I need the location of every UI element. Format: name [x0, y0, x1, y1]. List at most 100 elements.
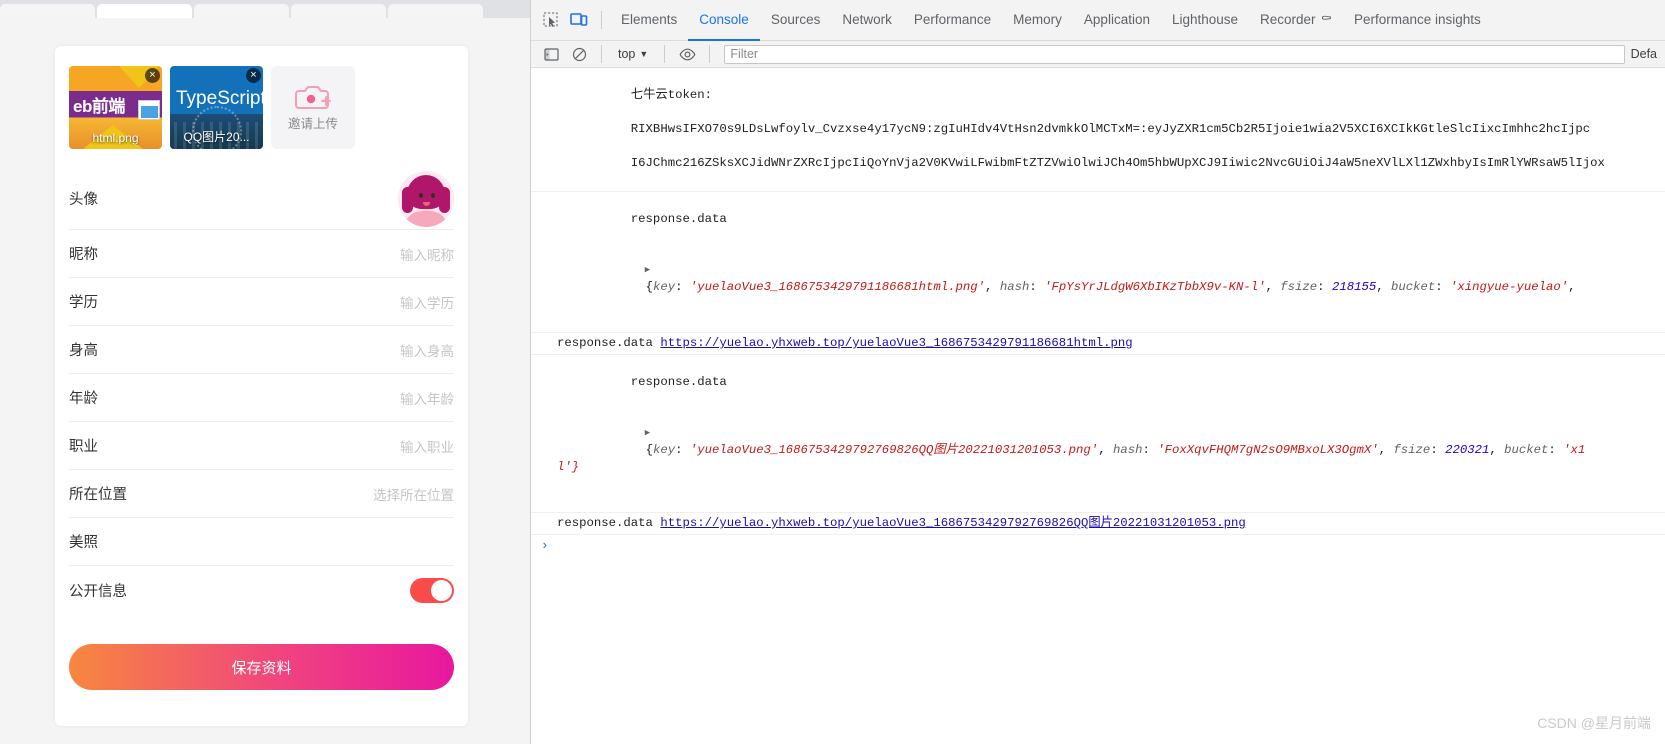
chrome-tab[interactable] [291, 4, 386, 18]
field-label: 学历 [69, 295, 98, 311]
console-prompt[interactable]: › [531, 535, 1665, 557]
chrome-tabs [0, 0, 530, 18]
education-input-placeholder[interactable]: 输入学历 [400, 292, 454, 312]
console-message-url: response.data https://yuelao.yhxweb.top/… [531, 513, 1665, 535]
device-toolbar-icon[interactable] [565, 6, 593, 34]
nickname-input-placeholder[interactable]: 输入昵称 [400, 244, 454, 264]
watermark: CSDN @星月前端 [1537, 715, 1651, 731]
object-value: 'x1 [1563, 443, 1586, 457]
response-url-link[interactable]: https://yuelao.yhxweb.top/yuelaoVue3_168… [660, 515, 1245, 532]
avatar-part [404, 210, 448, 227]
profile-form-card: eb前端 html.png × TypeScript QQ图片20... × 邀… [55, 46, 468, 726]
page-viewport: eb前端 html.png × TypeScript QQ图片20... × 邀… [0, 18, 530, 744]
object-value: 'FoxXqvFHQM7gN2sO9MBxoLX3OgmX' [1157, 443, 1379, 457]
tab-performance-insights[interactable]: Performance insights [1343, 0, 1492, 41]
object-value-wrap: l'} [557, 460, 580, 474]
devtools-tabbar: Elements Console Sources Network Perform… [531, 0, 1665, 41]
clear-console-icon[interactable] [565, 40, 593, 68]
tab-label: Performance [913, 11, 992, 27]
field-row-public-info[interactable]: 公开信息 [69, 566, 454, 614]
location-select-placeholder[interactable]: 选择所在位置 [373, 484, 454, 504]
field-row-height[interactable]: 身高 输入身高 [69, 326, 454, 374]
live-expression-icon[interactable] [673, 40, 701, 68]
response-url-link[interactable]: https://yuelao.yhxweb.top/yuelaoVue3_168… [660, 335, 1132, 352]
upload-filename: QQ图片20... [183, 130, 250, 144]
upload-thumbnail[interactable]: TypeScript QQ图片20... × [170, 66, 263, 149]
tab-sources[interactable]: Sources [760, 0, 832, 41]
token-line-2: I6JChmc216ZSksXCJidWNrZXRcIjpcIiQoYnVja2… [630, 156, 1605, 170]
tab-label: Memory [1013, 11, 1062, 27]
height-input-placeholder[interactable]: 输入身高 [400, 340, 454, 360]
object-key: fsize [1393, 443, 1431, 457]
chrome-tab[interactable] [0, 4, 95, 18]
upload-thumbnail-row: eb前端 html.png × TypeScript QQ图片20... × 邀… [69, 66, 355, 149]
toggle-knob [431, 579, 452, 601]
tab-label: Network [842, 11, 892, 27]
object-value: 'xingyue-yuelao' [1450, 280, 1569, 294]
age-input-placeholder[interactable]: 输入年龄 [400, 388, 454, 408]
browser-page-area: eb前端 html.png × TypeScript QQ图片20... × 邀… [0, 0, 530, 744]
camera-plus-icon [295, 83, 331, 109]
field-label: 所在位置 [69, 487, 127, 503]
tab-label: Recorder [1260, 11, 1316, 27]
log-label: response.data [630, 375, 727, 389]
upload-thumbnail[interactable]: eb前端 html.png × [69, 66, 162, 149]
tab-recorder[interactable]: Recorder ⚰ [1249, 0, 1343, 41]
object-brace: { [645, 443, 653, 457]
object-preview[interactable]: ▶ {key: 'yuelaoVue3_1686753429792769826Q… [557, 409, 1585, 491]
console-message-list[interactable]: 七牛云token: RIXBHwsIFXO70s9LDsLwfoylv_Cvzx… [531, 68, 1665, 743]
tab-lighthouse[interactable]: Lighthouse [1161, 0, 1249, 41]
field-row-education[interactable]: 学历 输入学历 [69, 278, 454, 326]
field-row-avatar[interactable]: 头像 [69, 168, 454, 230]
divider [664, 45, 666, 63]
tab-label: Elements [621, 11, 678, 27]
close-icon[interactable]: × [246, 68, 261, 83]
close-icon[interactable]: × [145, 68, 160, 83]
field-row-location[interactable]: 所在位置 选择所在位置 [69, 470, 454, 518]
tab-network[interactable]: Network [831, 0, 903, 41]
field-row-age[interactable]: 年龄 输入年龄 [69, 374, 454, 422]
tab-console[interactable]: Console [688, 0, 760, 41]
object-key: key [652, 280, 676, 294]
context-label: top [618, 47, 636, 61]
field-label: 头像 [69, 192, 98, 208]
log-label: response.data [557, 336, 653, 350]
field-row-photos[interactable]: 美照 [69, 518, 454, 566]
token-line-1: RIXBHwsIFXO70s9LDsLwfoylv_Cvzxse4y17ycN9… [630, 122, 1591, 136]
expand-arrow-icon[interactable]: ▶ [645, 425, 655, 438]
chrome-tab-active[interactable] [97, 4, 192, 18]
object-key: hash [1112, 443, 1143, 457]
field-label: 美照 [69, 535, 98, 551]
chrome-tab[interactable] [388, 4, 483, 18]
flask-icon: ⚰ [1320, 11, 1332, 26]
tab-application[interactable]: Application [1073, 0, 1161, 41]
occupation-input-placeholder[interactable]: 输入职业 [400, 436, 454, 456]
chevron-down-icon: ▼ [639, 49, 649, 59]
execution-context-selector[interactable]: top ▼ [610, 47, 656, 61]
console-filter-input[interactable] [724, 44, 1625, 64]
tab-elements[interactable]: Elements [610, 0, 688, 41]
console-message-token: 七牛云token: RIXBHwsIFXO70s9LDsLwfoylv_Cvzx… [531, 68, 1665, 192]
object-key: bucket [1504, 443, 1549, 457]
inspect-element-icon[interactable] [537, 6, 565, 34]
tab-performance[interactable]: Performance [903, 0, 1002, 41]
save-profile-button[interactable]: 保存资料 [69, 644, 454, 690]
add-upload-button[interactable]: 邀请上传 [271, 66, 355, 149]
console-filter-bar: top ▼ Defa [531, 41, 1665, 68]
field-row-nickname[interactable]: 昵称 输入昵称 [69, 230, 454, 278]
log-label: response.data [630, 212, 727, 226]
field-row-occupation[interactable]: 职业 输入职业 [69, 422, 454, 470]
log-levels-dropdown[interactable]: Defa [1631, 47, 1665, 61]
object-value: 218155 [1331, 280, 1377, 294]
chrome-tab[interactable] [194, 4, 289, 18]
public-info-toggle[interactable] [410, 577, 454, 603]
object-preview[interactable]: ▶ {key: 'yuelaoVue3_1686753429791186681h… [557, 246, 1583, 311]
object-key: fsize [1280, 280, 1318, 294]
tab-label: Application [1083, 11, 1150, 27]
tab-memory[interactable]: Memory [1002, 0, 1073, 41]
avatar[interactable] [398, 170, 454, 227]
screenshot-root: eb前端 html.png × TypeScript QQ图片20... × 邀… [0, 0, 1665, 744]
console-sidebar-icon[interactable] [537, 40, 565, 68]
avatar-part [423, 201, 430, 206]
expand-arrow-icon[interactable]: ▶ [645, 262, 655, 275]
